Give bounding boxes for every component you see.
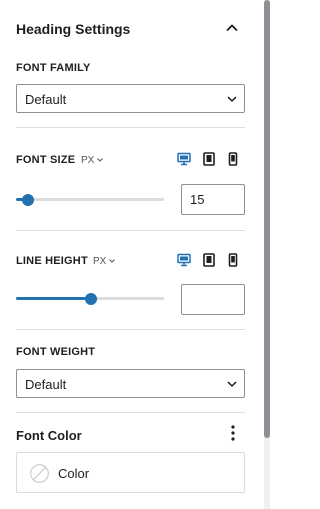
chevron-up-icon[interactable]: [224, 20, 240, 36]
desktop-icon[interactable]: [177, 152, 191, 166]
font-family-label: FONT FAMILY: [16, 62, 91, 74]
panel-header[interactable]: Heading Settings: [0, 0, 262, 56]
more-options-icon[interactable]: [226, 424, 240, 442]
tablet-icon[interactable]: [202, 152, 216, 166]
font-family-select[interactable]: Default: [16, 84, 245, 113]
divider: [16, 230, 245, 231]
divider: [16, 127, 245, 128]
line-height-label: LINE HEIGHT: [16, 255, 88, 267]
line-height-slider-thumb[interactable]: [85, 293, 98, 305]
mobile-icon[interactable]: [226, 152, 240, 166]
chevron-down-icon: [109, 259, 115, 263]
heading-settings-panel: Heading Settings FONT FAMILY Default FON…: [0, 0, 262, 509]
font-size-slider-track[interactable]: [16, 198, 164, 201]
line-height-slider-fill: [16, 297, 92, 300]
font-size-label: FONT SIZE: [16, 154, 76, 166]
line-height-unit-select[interactable]: PX: [93, 256, 106, 267]
divider: [16, 329, 245, 330]
font-size-slider-thumb[interactable]: [21, 194, 34, 206]
font-size-input[interactable]: [181, 184, 245, 215]
tablet-icon[interactable]: [202, 253, 216, 267]
panel-title: Heading Settings: [16, 21, 131, 37]
no-color-swatch-icon: [30, 464, 49, 483]
chevron-down-icon: [97, 158, 103, 162]
font-weight-label: FONT WEIGHT: [16, 346, 96, 358]
chevron-down-icon: [227, 96, 237, 103]
line-height-input[interactable]: [181, 284, 245, 315]
divider: [16, 412, 245, 413]
font-family-value: Default: [25, 92, 67, 107]
scrollbar-track[interactable]: [264, 0, 270, 509]
font-color-label: Color: [58, 466, 90, 481]
desktop-icon[interactable]: [177, 253, 191, 267]
chevron-down-icon: [227, 381, 237, 388]
font-size-unit-select[interactable]: PX: [81, 155, 94, 166]
mobile-icon[interactable]: [226, 253, 240, 267]
font-weight-select[interactable]: Default: [16, 369, 245, 398]
scrollbar-thumb[interactable]: [264, 0, 270, 438]
font-weight-value: Default: [25, 377, 67, 392]
font-color-picker-button[interactable]: Color: [16, 452, 245, 493]
font-color-title: Font Color: [16, 428, 82, 443]
